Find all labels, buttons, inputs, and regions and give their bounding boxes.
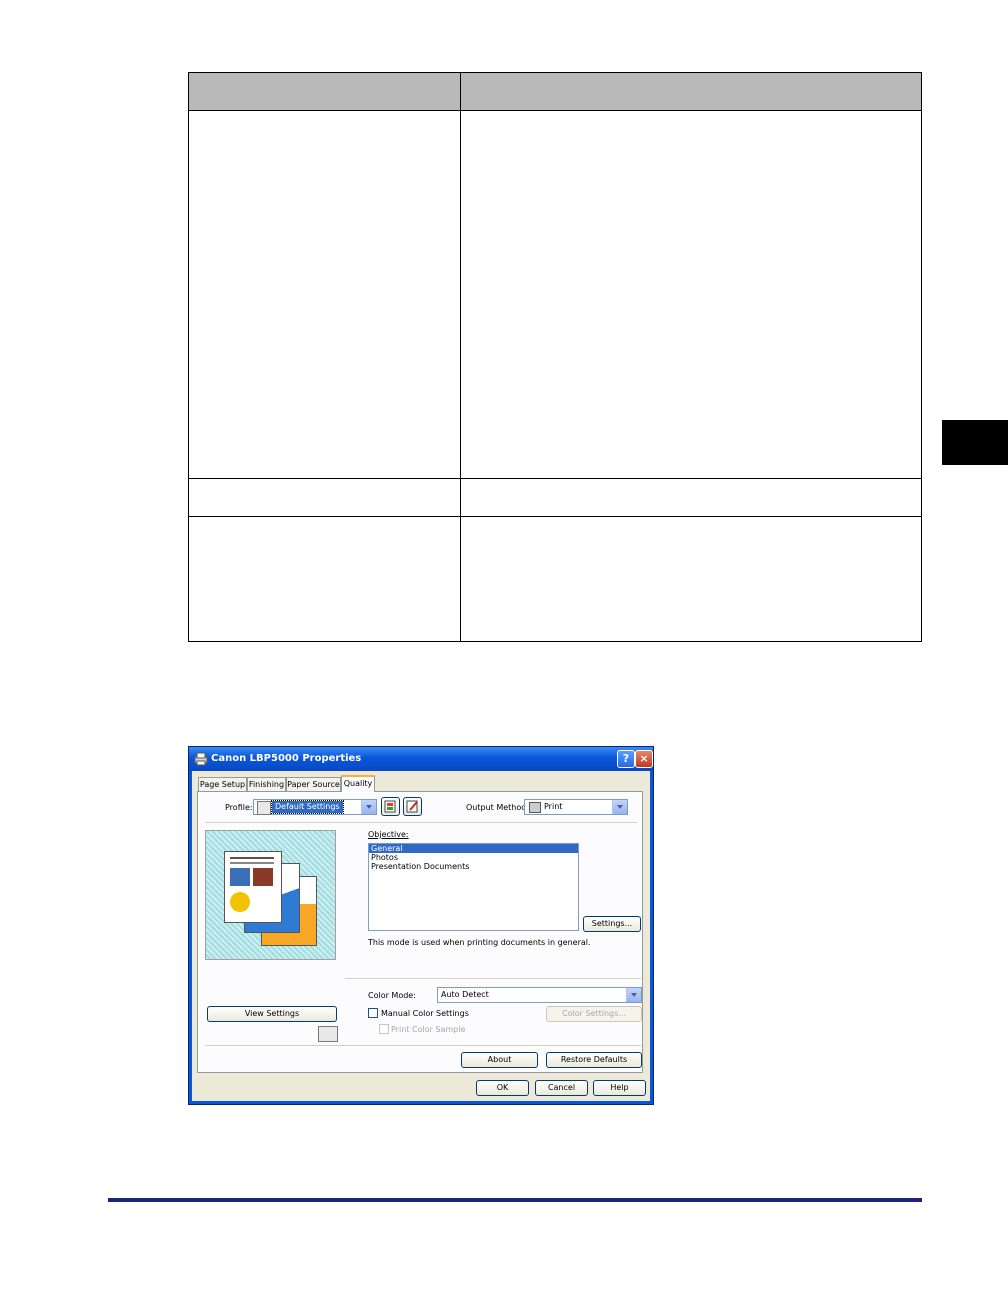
color-mode-select[interactable]: Auto Detect [437,987,642,1003]
settings-button[interactable]: Settings... [583,916,641,932]
properties-dialog: Canon LBP5000 Properties ? × Page Setup … [188,746,654,1105]
add-profile-icon [384,800,396,813]
list-item[interactable]: Presentation Documents [369,862,578,871]
manual-color-settings-checkbox[interactable] [368,1008,378,1018]
table-row-divider [189,516,921,517]
profile-select[interactable]: Default Settings [253,799,377,815]
restore-defaults-button[interactable]: Restore Defaults [546,1052,642,1068]
tab-quality[interactable]: Quality [341,775,375,792]
edit-profile-icon [406,800,418,813]
divider [345,978,641,980]
profile-value: Default Settings [271,800,344,814]
profile-label: Profile: [225,803,253,812]
color-mode-value: Auto Detect [441,990,489,999]
view-settings-button[interactable]: View Settings [207,1006,337,1022]
list-item[interactable]: Photos [369,853,578,862]
printer-icon [194,752,208,766]
color-mode-label: Color Mode: [368,991,416,1000]
profile-icon [257,801,271,815]
table-header-row [189,73,921,111]
settings-table [188,72,922,642]
print-color-sample-checkbox[interactable] [379,1024,389,1034]
tab-paper-source[interactable]: Paper Source [286,777,341,791]
close-button[interactable]: × [635,750,653,768]
manual-color-settings-label: Manual Color Settings [381,1009,469,1018]
list-item[interactable]: General [369,844,578,853]
footer-rule [108,1198,922,1202]
quality-panel: Profile: Default Settings Output Method:… [197,791,643,1073]
preview-image [205,830,336,960]
preview-page [224,851,282,923]
print-icon [529,802,541,813]
edit-profile-button[interactable] [403,797,422,816]
title-bar[interactable]: Canon LBP5000 Properties ? × [189,747,653,771]
printer-info-icon[interactable] [318,1026,338,1042]
divider [205,822,637,824]
help-title-button[interactable]: ? [617,750,635,768]
output-method-select[interactable]: Print [524,799,628,815]
about-button[interactable]: About [461,1052,538,1068]
chapter-tab [942,420,1008,465]
cancel-button[interactable]: Cancel [535,1080,588,1096]
table-column-divider [460,73,461,641]
objective-list[interactable]: General Photos Presentation Documents [368,843,579,931]
color-settings-button[interactable]: Color Settings... [546,1006,642,1022]
objective-label: Objective: [368,830,409,839]
ok-button[interactable]: OK [476,1080,529,1096]
chevron-down-icon[interactable] [612,800,627,814]
chevron-down-icon[interactable] [361,800,376,814]
output-method-label: Output Method: [466,803,530,812]
chevron-down-icon[interactable] [626,988,641,1002]
help-button[interactable]: Help [593,1080,646,1096]
add-profile-button[interactable] [381,797,400,816]
dialog-client: Page Setup Finishing Paper Source Qualit… [192,771,650,1101]
output-method-value: Print [544,802,563,811]
table-row-divider [189,478,921,479]
objective-description: This mode is used when printing document… [368,938,591,947]
print-color-sample-label: Print Color Sample [391,1025,466,1034]
tab-finishing[interactable]: Finishing [247,777,286,791]
dialog-title: Canon LBP5000 Properties [211,753,362,764]
divider [205,1045,641,1047]
tab-page-setup[interactable]: Page Setup [198,777,247,791]
